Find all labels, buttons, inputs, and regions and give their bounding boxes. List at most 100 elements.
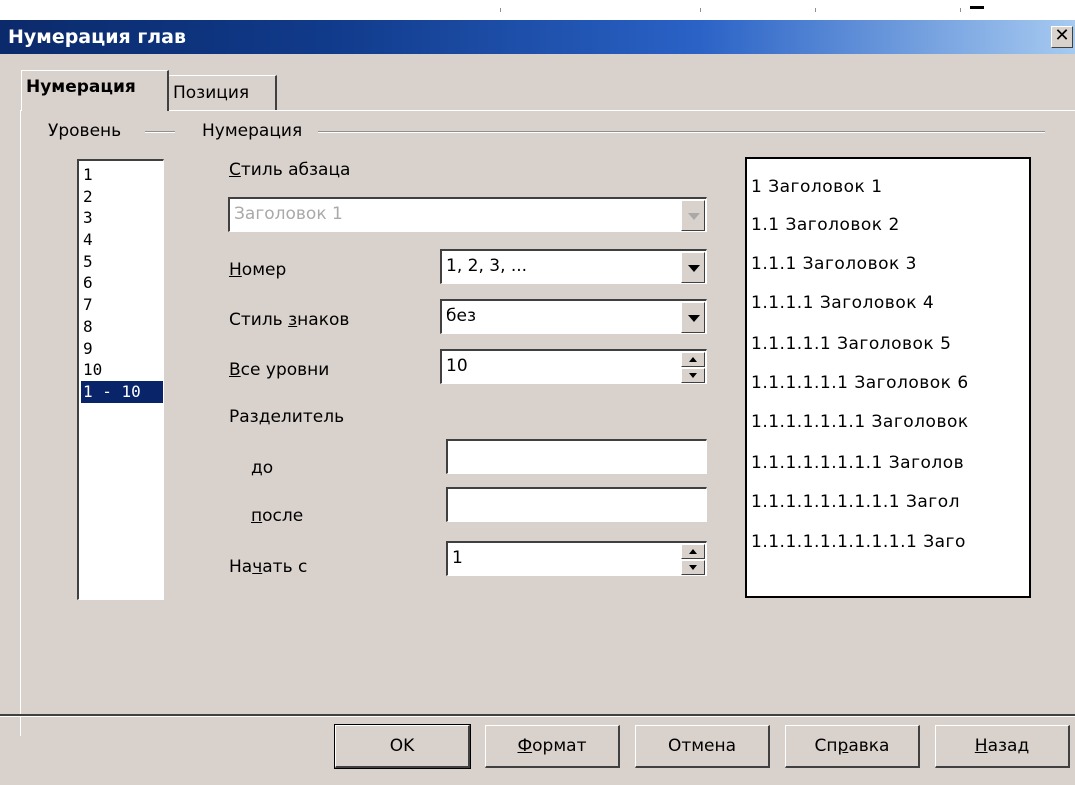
start-at-spinbox[interactable]: 1: [446, 541, 707, 576]
all-levels-spinbox[interactable]: 10: [440, 349, 707, 384]
paragraph-style-label: Стиль абзаца: [229, 160, 350, 180]
level-item[interactable]: 5: [81, 251, 163, 273]
tab-position-label: Позиция: [173, 83, 250, 103]
level-section-label: Уровень: [48, 121, 128, 141]
level-item[interactable]: 3: [81, 207, 163, 229]
preview-line: 1.1.1.1.1.1.1 Заголовок: [751, 412, 969, 432]
level-item[interactable]: 1: [81, 164, 163, 186]
number-format-dropdown-button[interactable]: [681, 252, 705, 283]
title-bar: Нумерация глав ✕: [0, 20, 1075, 54]
background-strip: [0, 0, 1075, 20]
before-input[interactable]: [446, 439, 707, 474]
numbering-frame-line: [318, 131, 1045, 133]
ok-button-label: OK: [389, 736, 415, 756]
spin-down-button[interactable]: [681, 368, 705, 383]
accel-letter: Н: [229, 260, 242, 280]
cancel-button-label: Отмена: [667, 736, 737, 756]
help-button-label: Сп: [814, 736, 838, 756]
start-at-label: Начать с: [229, 557, 307, 577]
strip-tick: [700, 8, 701, 12]
preview-line: 1.1.1.1.1.1.1.1 Заголов: [751, 453, 965, 473]
before-label: до: [251, 458, 273, 478]
chevron-down-icon: [688, 213, 700, 220]
spin-up-button[interactable]: [681, 352, 705, 367]
arrow-up-icon: [689, 549, 697, 554]
level-list[interactable]: 1 2 3 4 5 6 7 8 9 10 1 - 10: [77, 159, 164, 600]
tab-position[interactable]: Позиция: [169, 75, 277, 111]
label-text: Стиль: [229, 310, 289, 330]
level-item[interactable]: 4: [81, 229, 163, 251]
cancel-button[interactable]: Отмена: [635, 725, 770, 768]
number-format-value: 1, 2, 3, ...: [446, 256, 528, 276]
label-text: о: [262, 458, 274, 478]
paragraph-style-value: Заголовок 1: [234, 204, 343, 224]
number-label: Номер: [229, 260, 286, 280]
start-at-spin-buttons[interactable]: [681, 544, 705, 575]
accel-letter: Ф: [517, 736, 533, 756]
format-button-label: ормат: [532, 736, 587, 756]
preview-line: 1.1.1.1.1 Заголовок 5: [751, 334, 952, 354]
all-levels-label: Все уровни: [229, 360, 329, 380]
level-frame-line: [145, 131, 175, 133]
strip-tick: [815, 8, 816, 12]
all-levels-value: 10: [446, 356, 468, 376]
label-text: омер: [241, 260, 287, 280]
label-text: ать с: [262, 557, 308, 577]
ok-button[interactable]: OK: [334, 724, 471, 769]
chapter-numbering-dialog: Нумерация глав ✕ Нумерация Позиция Урове…: [0, 20, 1075, 785]
after-input[interactable]: [446, 487, 707, 522]
chevron-down-icon: [688, 315, 700, 322]
paragraph-style-select[interactable]: Заголовок 1: [228, 197, 707, 232]
level-item[interactable]: 7: [81, 294, 163, 316]
tab-numbering-label: Нумерация: [26, 77, 136, 97]
tab-numbering[interactable]: Нумерация: [21, 70, 169, 111]
help-button-label-rest: авка: [848, 736, 890, 756]
accel-letter: д: [251, 458, 263, 478]
level-item-selected[interactable]: 1 - 10: [81, 380, 163, 403]
back-button[interactable]: Назад: [935, 725, 1070, 768]
after-label: после: [251, 506, 303, 526]
preview-line: 1.1.1.1.1.1.1.1.1.1 Заго: [751, 532, 966, 552]
char-style-label: Стиль знаков: [229, 310, 349, 330]
arrow-down-icon: [689, 565, 697, 570]
preview-line: 1.1.1.1.1.1 Заголовок 6: [751, 373, 969, 393]
close-button[interactable]: ✕: [1051, 26, 1073, 48]
accel-letter: ч: [252, 557, 263, 577]
preview-line: 1.1.1 Заголовок 3: [751, 254, 917, 274]
label-text: се уровни: [240, 360, 330, 380]
level-item[interactable]: 2: [81, 186, 163, 208]
label-text: осле: [262, 506, 304, 526]
char-style-dropdown-button[interactable]: [681, 302, 705, 333]
spin-up-button[interactable]: [681, 544, 705, 559]
numbering-preview: 1 Заголовок 1 1.1 Заголовок 2 1.1.1 Заго…: [745, 157, 1031, 598]
label-text: На: [229, 557, 253, 577]
accel-letter: С: [229, 160, 241, 180]
numbering-section-label: Нумерация: [202, 121, 309, 141]
level-item[interactable]: 9: [81, 338, 163, 360]
all-levels-spin-buttons[interactable]: [681, 352, 705, 383]
back-button-label: азад: [987, 736, 1030, 756]
close-icon: ✕: [1054, 25, 1070, 46]
strip-mark: [970, 6, 984, 9]
label-text: тиль абзаца: [240, 160, 351, 180]
format-button[interactable]: Формат: [485, 725, 620, 768]
spin-down-button[interactable]: [681, 560, 705, 575]
arrow-down-icon: [689, 373, 697, 378]
level-item[interactable]: 10: [81, 359, 163, 381]
accel-letter: р: [837, 736, 849, 756]
level-item[interactable]: 6: [81, 272, 163, 294]
level-item[interactable]: 8: [81, 316, 163, 338]
accel-letter: В: [229, 360, 241, 380]
label-text: наков: [297, 310, 350, 330]
chevron-down-icon: [688, 265, 700, 272]
help-button[interactable]: Справка: [785, 725, 920, 768]
preview-line: 1.1 Заголовок 2: [751, 215, 900, 235]
button-bar-separator: [0, 714, 1075, 717]
number-format-select[interactable]: 1, 2, 3, ...: [440, 249, 707, 284]
char-style-select[interactable]: без: [440, 299, 707, 334]
strip-tick: [500, 8, 501, 12]
separator-label: Разделитель: [229, 407, 345, 427]
paragraph-style-dropdown-button[interactable]: [681, 200, 705, 231]
strip-tick: [960, 8, 961, 12]
accel-letter: п: [251, 506, 263, 526]
